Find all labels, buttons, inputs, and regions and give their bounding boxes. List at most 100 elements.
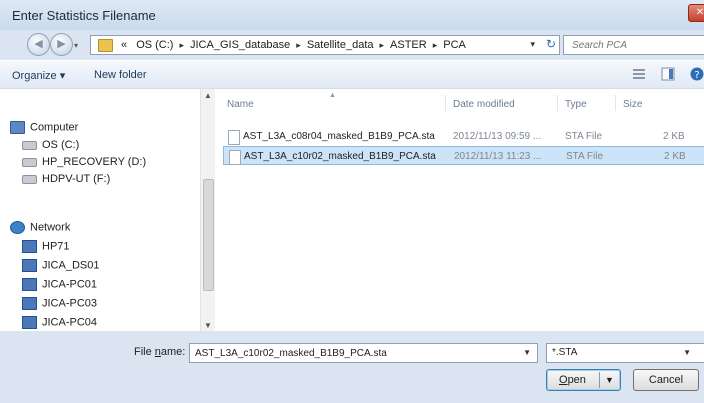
search-box[interactable]	[563, 35, 704, 55]
folder-icon	[98, 39, 113, 52]
scrollbar-thumb[interactable]	[203, 179, 214, 291]
sidebar-item-label: JICA-PC03	[42, 297, 98, 310]
file-icon	[228, 130, 240, 145]
new-folder-button[interactable]: New folder	[94, 69, 147, 81]
sidebar-item-label: JICA-PC04	[42, 316, 98, 329]
file-size: 2 KB	[664, 151, 686, 162]
breadcrumb-item-pca[interactable]: PCA	[443, 39, 466, 51]
scroll-up-icon[interactable]: ▲	[204, 91, 212, 100]
sidebar-item-computer[interactable]: Computer	[10, 121, 78, 134]
open-accelerator: O	[559, 374, 568, 386]
toolbar: Organize ▾ New folder ?	[0, 60, 704, 90]
file-type-dropdown-icon[interactable]: ▼	[683, 348, 691, 357]
file-icon	[229, 150, 241, 165]
breadcrumb-item-os[interactable]: OS (C:)	[136, 39, 173, 51]
breadcrumb-prefix[interactable]: «	[121, 39, 127, 51]
forward-button[interactable]: ▶	[50, 33, 73, 56]
history-dropdown-icon[interactable]: ▾	[74, 41, 78, 50]
filename-label-suffix: ame:	[160, 346, 186, 358]
sidebar-item-network[interactable]: Network	[10, 221, 70, 234]
sidebar-item-drive-d[interactable]: HP_RECOVERY (D:)	[22, 156, 146, 168]
cancel-button[interactable]: Cancel	[633, 369, 699, 391]
column-header-size[interactable]: Size	[623, 99, 642, 110]
view-options-icon[interactable]	[632, 67, 646, 81]
open-button[interactable]: Open ▼	[546, 369, 621, 391]
file-row-selected[interactable]: AST_L3A_c10r02_masked_B1B9_PCA.sta 2012/…	[223, 146, 704, 165]
breadcrumb-separator-icon[interactable]: ▸	[179, 40, 184, 50]
sidebar-item-label: JICA-PC01	[42, 278, 98, 291]
breadcrumb-separator-icon[interactable]: ▸	[433, 40, 438, 50]
view-controls: ?	[620, 67, 704, 81]
filename-dropdown-icon[interactable]: ▼	[523, 348, 531, 357]
sidebar-item-label: OS (C:)	[42, 139, 80, 151]
split-divider	[599, 372, 600, 388]
file-dialog: Enter Statistics Filename ✕ ◀ ▶ ▾ « OS (…	[0, 0, 704, 403]
open-label-rest: pen	[567, 374, 586, 386]
sidebar-item-jica-pc01[interactable]: JICA-PC01	[22, 278, 97, 291]
title-bar: Enter Statistics Filename ✕	[0, 0, 704, 30]
column-header-type[interactable]: Type	[565, 99, 587, 110]
sidebar-item-jica-ds01[interactable]: JICA_DS01	[22, 259, 99, 272]
file-name: AST_L3A_c08r04_masked_B1B9_PCA.sta	[243, 131, 435, 142]
svg-text:?: ?	[694, 70, 699, 81]
network-icon	[10, 221, 25, 234]
sidebar-item-label: HDPV-UT (F:)	[42, 173, 111, 185]
address-bar[interactable]: « OS (C:) ▸ JICA_GIS_database ▸ Satellite_da…	[90, 35, 560, 55]
file-row[interactable]: AST_L3A_c08r04_masked_B1B9_PCA.sta 2012/…	[223, 127, 704, 146]
sidebar-item-jica-pc04[interactable]: JICA-PC04	[22, 316, 97, 329]
network-computer-icon	[22, 316, 37, 329]
column-header-name[interactable]: Name	[227, 99, 254, 110]
file-list: ▲ Name Date modified Type Size AST_L3A_c…	[215, 89, 704, 332]
breadcrumb-separator-icon[interactable]: ▸	[380, 40, 385, 50]
filename-field[interactable]: ▼	[189, 343, 538, 363]
breadcrumb-item-jica[interactable]: JICA_GIS_database	[190, 39, 290, 51]
network-computer-icon	[22, 278, 37, 291]
browser-area: Computer OS (C:) HP_RECOVERY (D:) HDPV-U…	[0, 88, 704, 333]
navigation-pane: Computer OS (C:) HP_RECOVERY (D:) HDPV-U…	[0, 89, 200, 332]
sidebar-item-label: JICA_DS01	[42, 259, 100, 272]
breadcrumb-item-satellite[interactable]: Satellite_data	[307, 39, 374, 51]
filename-label: File name:	[134, 346, 185, 358]
organize-button[interactable]: Organize ▾	[12, 69, 65, 82]
open-dropdown-icon[interactable]: ▼	[605, 370, 614, 390]
refresh-icon[interactable]: ↻	[546, 37, 556, 51]
help-icon[interactable]: ?	[690, 67, 704, 81]
close-button[interactable]: ✕	[688, 4, 704, 22]
preview-pane-icon[interactable]	[661, 67, 675, 81]
scroll-down-icon[interactable]: ▼	[204, 321, 212, 330]
column-divider[interactable]	[445, 95, 446, 111]
file-size: 2 KB	[663, 131, 685, 142]
sidebar-item-label: Computer	[30, 121, 79, 134]
drive-icon	[22, 140, 37, 150]
file-date: 2012/11/13 11:23 ...	[454, 151, 542, 162]
drive-icon	[22, 174, 37, 184]
sort-indicator-icon: ▲	[329, 92, 336, 99]
sidebar-item-label: HP71	[42, 240, 70, 253]
back-button[interactable]: ◀	[27, 33, 50, 56]
open-button-label: Open	[559, 370, 586, 390]
breadcrumb-item-aster[interactable]: ASTER	[390, 39, 427, 51]
column-divider[interactable]	[557, 95, 558, 111]
file-type-value: *.STA	[552, 347, 578, 358]
filename-input[interactable]	[193, 347, 517, 360]
window-title: Enter Statistics Filename	[12, 8, 156, 23]
address-row: ◀ ▶ ▾ « OS (C:) ▸ JICA_GIS_database ▸ Satell…	[0, 30, 704, 60]
sidebar-item-label: HP_RECOVERY (D:)	[42, 156, 147, 168]
sidebar-item-hp71[interactable]: HP71	[22, 240, 70, 253]
breadcrumb: « OS (C:) ▸ JICA_GIS_database ▸ Satellite_da…	[121, 39, 466, 51]
sidebar-item-jica-pc03[interactable]: JICA-PC03	[22, 297, 97, 310]
file-type-select[interactable]: *.STA ▼	[546, 343, 704, 363]
sidebar-item-drive-f[interactable]: HDPV-UT (F:)	[22, 173, 110, 185]
sidebar-item-drive-c[interactable]: OS (C:)	[22, 139, 79, 151]
search-input[interactable]	[570, 39, 704, 52]
file-name: AST_L3A_c10r02_masked_B1B9_PCA.sta	[244, 151, 436, 162]
breadcrumb-separator-icon[interactable]: ▸	[296, 40, 301, 50]
navigation-scrollbar[interactable]: ▲ ▼	[200, 89, 215, 332]
computer-icon	[10, 121, 25, 134]
network-computer-icon	[22, 297, 37, 310]
column-divider[interactable]	[615, 95, 616, 111]
drive-icon	[22, 157, 37, 167]
network-computer-icon	[22, 259, 37, 272]
address-dropdown-icon[interactable]: ▾	[530, 39, 535, 50]
column-header-date[interactable]: Date modified	[453, 99, 515, 110]
